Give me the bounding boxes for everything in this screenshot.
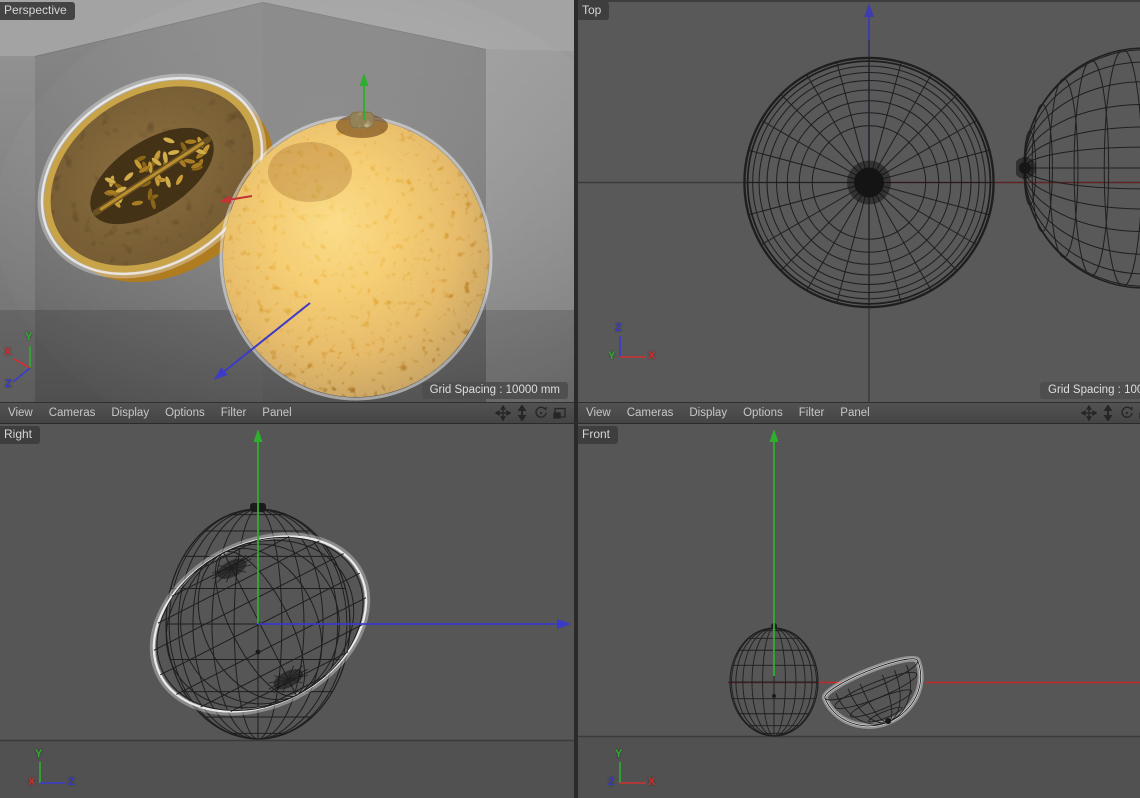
grid-spacing-label: Grid Spacing : 1000 mm bbox=[1040, 382, 1140, 399]
menu-options[interactable]: Options bbox=[164, 407, 206, 419]
menu-filter[interactable]: Filter bbox=[220, 407, 248, 419]
axis-label-y: Y bbox=[35, 748, 43, 760]
viewport-nav-icons bbox=[495, 403, 568, 423]
menu-view[interactable]: View bbox=[7, 407, 34, 419]
viewport-right[interactable]: Right Y X Z bbox=[0, 424, 574, 798]
menu-cameras[interactable]: Cameras bbox=[626, 407, 675, 419]
viewport-menubar-left: View Cameras Display Options Filter Pane… bbox=[0, 402, 574, 424]
viewport-label-front: Front bbox=[578, 426, 619, 444]
axis-gizmo: Y X Z bbox=[22, 748, 75, 794]
pan-icon[interactable] bbox=[495, 405, 511, 421]
axis-label-y: Y bbox=[608, 350, 616, 362]
menu-view[interactable]: View bbox=[585, 407, 612, 419]
menu-panel[interactable]: Panel bbox=[839, 407, 870, 419]
zoom-icon[interactable] bbox=[514, 405, 530, 421]
axis-label-z: Z bbox=[68, 776, 75, 788]
axis-label-z: Z bbox=[608, 776, 615, 788]
axis-label-y: Y bbox=[25, 331, 33, 343]
menu-filter[interactable]: Filter bbox=[798, 407, 826, 419]
menu-display[interactable]: Display bbox=[110, 407, 150, 419]
axis-gizmo: Y Z X bbox=[602, 748, 656, 794]
axis-gizmo: Z Y X bbox=[602, 322, 656, 368]
viewport-divider[interactable] bbox=[574, 0, 578, 798]
zoom-icon[interactable] bbox=[1100, 405, 1116, 421]
axis-label-y: Y bbox=[615, 748, 623, 760]
maximize-icon[interactable] bbox=[552, 405, 568, 421]
axis-label-x: X bbox=[28, 776, 36, 788]
menu-cameras[interactable]: Cameras bbox=[48, 407, 97, 419]
viewport-front[interactable]: Front Y Z X bbox=[578, 424, 1140, 798]
viewport-perspective[interactable]: Perspective Grid Spacing : 10000 mm Y X … bbox=[0, 0, 574, 402]
viewport-label-right: Right bbox=[0, 426, 41, 444]
viewport-nav-icons bbox=[1081, 403, 1140, 423]
viewport-menubar-right: View Cameras Display Options Filter Pane… bbox=[578, 402, 1140, 424]
viewport-label-perspective: Perspective bbox=[0, 2, 75, 20]
axis-label-z: Z bbox=[615, 322, 622, 334]
axis-label-x: X bbox=[648, 350, 656, 362]
rotate-icon[interactable] bbox=[533, 405, 549, 421]
melon-whole-wireframe[interactable] bbox=[743, 56, 995, 309]
grid-spacing-label: Grid Spacing : 10000 mm bbox=[421, 382, 568, 399]
menu-display[interactable]: Display bbox=[688, 407, 728, 419]
axis-label-x: X bbox=[648, 776, 656, 788]
axis-label-x: X bbox=[4, 346, 12, 358]
axis-label-z: Z bbox=[5, 378, 12, 390]
viewport-label-top: Top bbox=[578, 2, 610, 20]
menu-options[interactable]: Options bbox=[742, 407, 784, 419]
c4d-four-view-window: Perspective Grid Spacing : 10000 mm Y X … bbox=[0, 0, 1140, 798]
axis-gizmo: Y X Z bbox=[4, 331, 52, 394]
rotate-icon[interactable] bbox=[1119, 405, 1135, 421]
menu-panel[interactable]: Panel bbox=[261, 407, 292, 419]
pan-icon[interactable] bbox=[1081, 405, 1097, 421]
viewport-top[interactable]: Top Grid Spacing : 1000 mm Z Y X bbox=[578, 0, 1140, 402]
